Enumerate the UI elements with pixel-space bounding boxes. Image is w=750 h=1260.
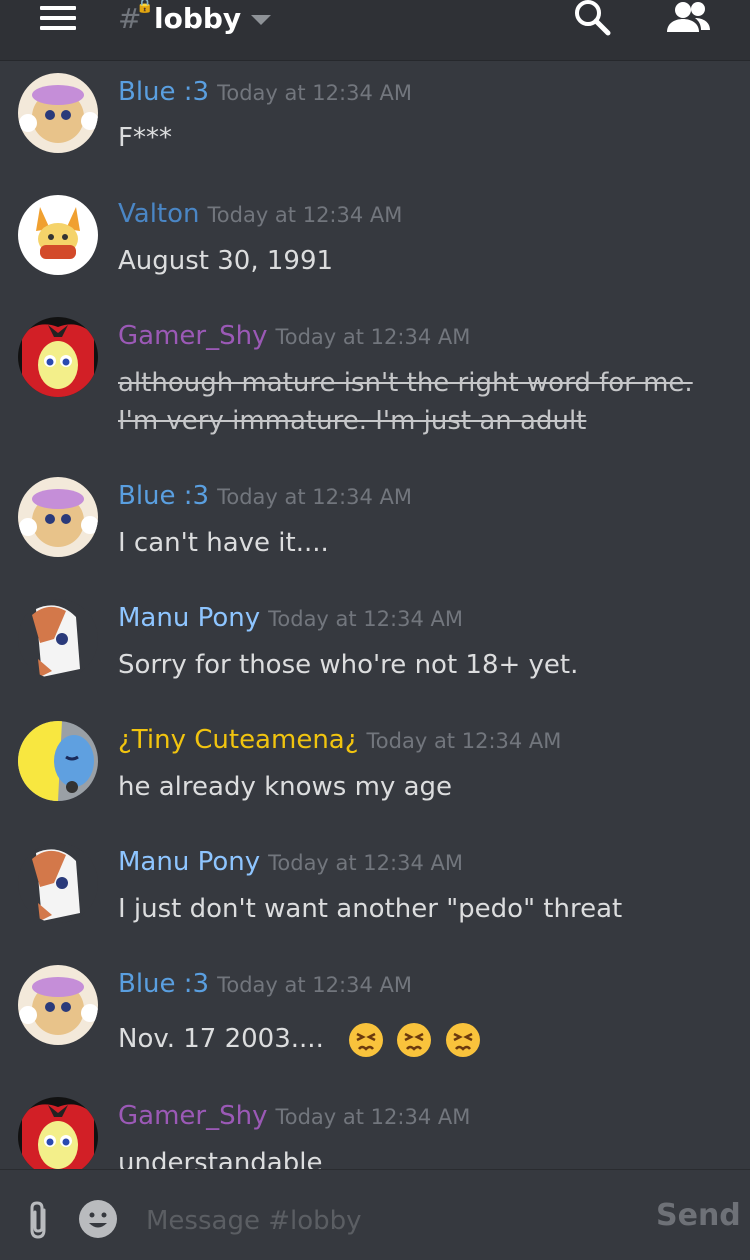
yellow-blue-pony-avatar[interactable]: [18, 721, 98, 801]
message-text: August 30, 1991: [118, 246, 334, 276]
timestamp: Today at 12:34 AM: [207, 203, 403, 227]
message-text: Sorry for those who're not 18+ yet.: [118, 650, 579, 680]
message-list[interactable]: Blue :3 Today at 12:34 AM F*** Valton Toda…: [0, 61, 750, 1169]
send-button[interactable]: Send: [656, 1198, 741, 1233]
emoji-picker-icon[interactable]: [78, 1199, 118, 1239]
menu-icon[interactable]: [40, 6, 76, 30]
message-text: he already knows my age: [118, 772, 453, 802]
message-text: Nov. 17 2003....: [118, 1024, 324, 1054]
blue-avatar[interactable]: [18, 73, 98, 153]
timestamp: Today at 12:34 AM: [275, 325, 471, 349]
persevering-face-emoji: [397, 1022, 432, 1057]
message-text: F***: [118, 123, 172, 153]
chevron-down-icon: [251, 15, 272, 25]
persevering-face-emoji: [445, 1022, 480, 1057]
username[interactable]: Manu Pony: [118, 847, 260, 877]
username[interactable]: Manu Pony: [118, 603, 260, 633]
pony-red-mane-avatar[interactable]: [18, 1097, 98, 1169]
username[interactable]: ¿Tiny Cuteamena¿: [118, 725, 359, 755]
persevering-face-emoji: [349, 1022, 384, 1057]
timestamp: Today at 12:34 AM: [275, 1105, 471, 1129]
fennekin-avatar[interactable]: [18, 195, 98, 275]
white-pony-avatar[interactable]: [18, 843, 98, 923]
message-body: Nov. 17 2003....: [118, 1020, 718, 1058]
channel-title[interactable]: # 🔒 lobby: [118, 0, 272, 38]
timestamp: Today at 12:34 AM: [217, 973, 412, 997]
search-icon[interactable]: [572, 0, 614, 40]
timestamp: Today at 12:34 AM: [217, 81, 412, 105]
timestamp: Today at 12:34 AM: [268, 607, 463, 631]
username[interactable]: Gamer_Shy: [118, 321, 267, 351]
message-composer: Send: [0, 1169, 750, 1260]
username[interactable]: Gamer_Shy: [118, 1101, 267, 1131]
blue-avatar[interactable]: [18, 477, 98, 557]
members-icon[interactable]: [662, 0, 714, 40]
username[interactable]: Blue :3: [118, 77, 209, 107]
blue-avatar[interactable]: [18, 965, 98, 1045]
timestamp: Today at 12:34 AM: [366, 729, 562, 753]
message-input[interactable]: [144, 1200, 628, 1242]
username[interactable]: Valton: [118, 199, 200, 229]
timestamp: Today at 12:34 AM: [217, 485, 412, 509]
channel-header: # 🔒 lobby: [0, 0, 750, 61]
paperclip-icon[interactable]: [24, 1200, 54, 1240]
pony-red-mane-avatar[interactable]: [18, 317, 98, 397]
username[interactable]: Blue :3: [118, 481, 209, 511]
timestamp: Today at 12:34 AM: [268, 851, 463, 875]
message-text: I can't have it....: [118, 528, 329, 558]
locked-channel-icon: # 🔒: [118, 0, 154, 35]
message-text-deleted: although mature isn't the right word for…: [118, 368, 693, 436]
message-text: I just don't want another "pedo" threat: [118, 894, 623, 924]
channel-name: lobby: [154, 1, 242, 35]
message-text: understandable: [118, 1148, 323, 1169]
white-pony-avatar[interactable]: [18, 599, 98, 679]
username[interactable]: Blue :3: [118, 969, 209, 999]
